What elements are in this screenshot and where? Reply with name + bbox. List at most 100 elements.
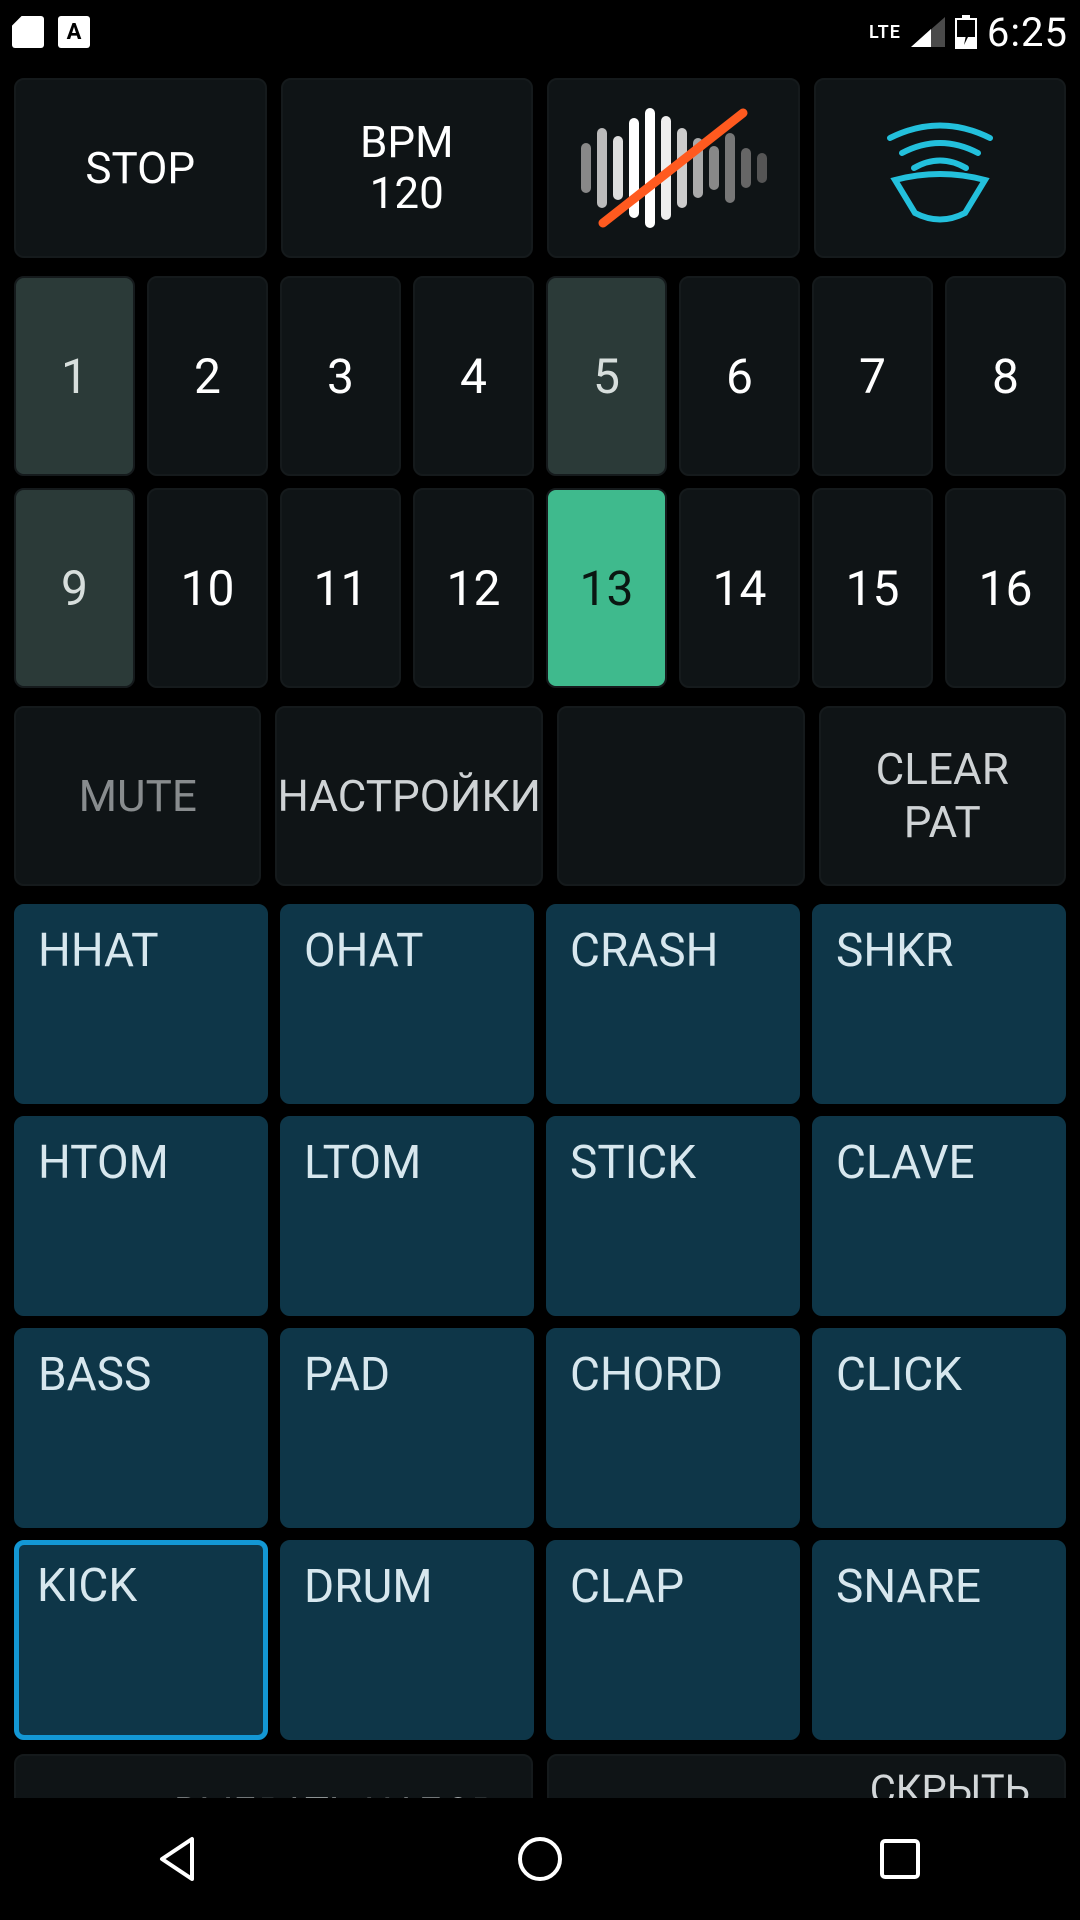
- home-circle-icon: [512, 1831, 568, 1887]
- step-1[interactable]: 1: [14, 276, 135, 476]
- pad-htom[interactable]: HTOM: [14, 1116, 268, 1316]
- settings-button[interactable]: НАСТРОЙКИ: [275, 706, 543, 886]
- waveform-muted-icon: [568, 103, 778, 233]
- step-label: 13: [580, 560, 634, 617]
- step-label: 11: [314, 560, 368, 617]
- step-label: 1: [61, 348, 88, 405]
- pad-label: SNARE: [836, 1560, 981, 1614]
- pad-label: CLAP: [570, 1560, 684, 1614]
- nav-back-button[interactable]: [152, 1831, 208, 1887]
- pad-drum[interactable]: DRUM: [280, 1540, 534, 1740]
- pad-shkr[interactable]: SHKR: [812, 904, 1066, 1104]
- pad-label: HTOM: [38, 1136, 169, 1190]
- nav-home-button[interactable]: [512, 1831, 568, 1887]
- speaker-wireless-button[interactable]: [814, 78, 1067, 258]
- step-label: 9: [61, 560, 88, 617]
- pad-label: LTOM: [304, 1136, 421, 1190]
- bpm-label: BPM: [360, 117, 454, 168]
- step-label: 4: [460, 348, 487, 405]
- bpm-value: 120: [370, 168, 444, 219]
- clear-pattern-button-label: CLEAR PAT: [876, 743, 1009, 849]
- step-2[interactable]: 2: [147, 276, 268, 476]
- transport-row: STOP BPM 120: [14, 78, 1066, 258]
- pad-label: CLICK: [836, 1348, 962, 1402]
- mute-button[interactable]: MUTE: [14, 706, 261, 886]
- clear-pattern-button[interactable]: CLEAR PAT: [819, 706, 1066, 886]
- pad-grid: HHAT OHAT CRASH SHKR HTOM LTOM STICK CLAVE BASS P…: [14, 904, 1066, 1740]
- pad-ltom[interactable]: LTOM: [280, 1116, 534, 1316]
- step-12[interactable]: 12: [413, 488, 534, 688]
- step-6[interactable]: 6: [679, 276, 800, 476]
- pad-label: PAD: [304, 1348, 390, 1402]
- step-8[interactable]: 8: [945, 276, 1066, 476]
- step-5[interactable]: 5: [546, 276, 667, 476]
- nav-recents-button[interactable]: [872, 1831, 928, 1887]
- bpm-button[interactable]: BPM 120: [281, 78, 534, 258]
- pad-stick[interactable]: STICK: [546, 1116, 800, 1316]
- step-13[interactable]: 13: [546, 488, 667, 688]
- step-10[interactable]: 10: [147, 488, 268, 688]
- android-nav-bar: [0, 1798, 1080, 1920]
- pad-label: KICK: [37, 1559, 137, 1613]
- pad-chord[interactable]: CHORD: [546, 1328, 800, 1528]
- step-label: 14: [713, 560, 767, 617]
- pad-click[interactable]: CLICK: [812, 1328, 1066, 1528]
- sd-card-icon: [12, 16, 44, 48]
- pad-bass[interactable]: BASS: [14, 1328, 268, 1528]
- back-triangle-icon: [152, 1831, 208, 1887]
- battery-charging-icon: [955, 15, 977, 49]
- signal-icon: [911, 17, 945, 47]
- pad-label: OHAT: [304, 924, 423, 978]
- step-16[interactable]: 16: [945, 488, 1066, 688]
- recents-square-icon: [872, 1831, 928, 1887]
- step-15[interactable]: 15: [812, 488, 933, 688]
- keyboard-language-icon: A: [58, 16, 90, 48]
- step-grid: 12345678910111213141516: [14, 276, 1066, 688]
- pad-clave[interactable]: CLAVE: [812, 1116, 1066, 1316]
- pad-clap[interactable]: CLAP: [546, 1540, 800, 1740]
- pad-label: DRUM: [304, 1560, 433, 1614]
- pad-label: STICK: [570, 1136, 696, 1190]
- step-7[interactable]: 7: [812, 276, 933, 476]
- status-right: LTE 6:25: [869, 9, 1068, 56]
- control-blank-slot: [557, 706, 804, 886]
- status-bar: A LTE 6:25: [0, 0, 1080, 64]
- clock-label: 6:25: [987, 9, 1068, 56]
- stop-button[interactable]: STOP: [14, 78, 267, 258]
- stop-button-label: STOP: [85, 143, 195, 194]
- pad-crash[interactable]: CRASH: [546, 904, 800, 1104]
- pad-pad[interactable]: PAD: [280, 1328, 534, 1528]
- step-label: 12: [447, 560, 501, 617]
- pad-hhat[interactable]: HHAT: [14, 904, 268, 1104]
- pad-label: CRASH: [570, 924, 718, 978]
- pad-label: HHAT: [38, 924, 159, 978]
- waveform-mute-button[interactable]: [547, 78, 800, 258]
- step-label: 7: [859, 348, 886, 405]
- step-label: 16: [979, 560, 1033, 617]
- step-14[interactable]: 14: [679, 488, 800, 688]
- mute-button-label: MUTE: [79, 770, 197, 823]
- pad-kick[interactable]: KICK: [14, 1540, 268, 1740]
- settings-button-label: НАСТРОЙКИ: [277, 770, 541, 823]
- step-label: 2: [194, 348, 221, 405]
- speaker-wireless-icon: [860, 108, 1020, 228]
- control-row: MUTE НАСТРОЙКИ CLEAR PAT: [14, 706, 1066, 886]
- step-label: 6: [726, 348, 753, 405]
- step-3[interactable]: 3: [280, 276, 401, 476]
- step-11[interactable]: 11: [280, 488, 401, 688]
- pad-snare[interactable]: SNARE: [812, 1540, 1066, 1740]
- pad-label: BASS: [38, 1348, 151, 1402]
- step-label: 5: [593, 348, 620, 405]
- step-label: 3: [327, 348, 354, 405]
- pad-ohat[interactable]: OHAT: [280, 904, 534, 1104]
- pad-label: CHORD: [570, 1348, 723, 1402]
- pad-label: SHKR: [836, 924, 953, 978]
- step-label: 10: [181, 560, 235, 617]
- step-9[interactable]: 9: [14, 488, 135, 688]
- app-root: STOP BPM 120: [0, 64, 1080, 1872]
- network-type-label: LTE: [869, 22, 901, 43]
- step-label: 15: [846, 560, 900, 617]
- step-4[interactable]: 4: [413, 276, 534, 476]
- step-label: 8: [992, 348, 1019, 405]
- status-left: A: [12, 16, 90, 48]
